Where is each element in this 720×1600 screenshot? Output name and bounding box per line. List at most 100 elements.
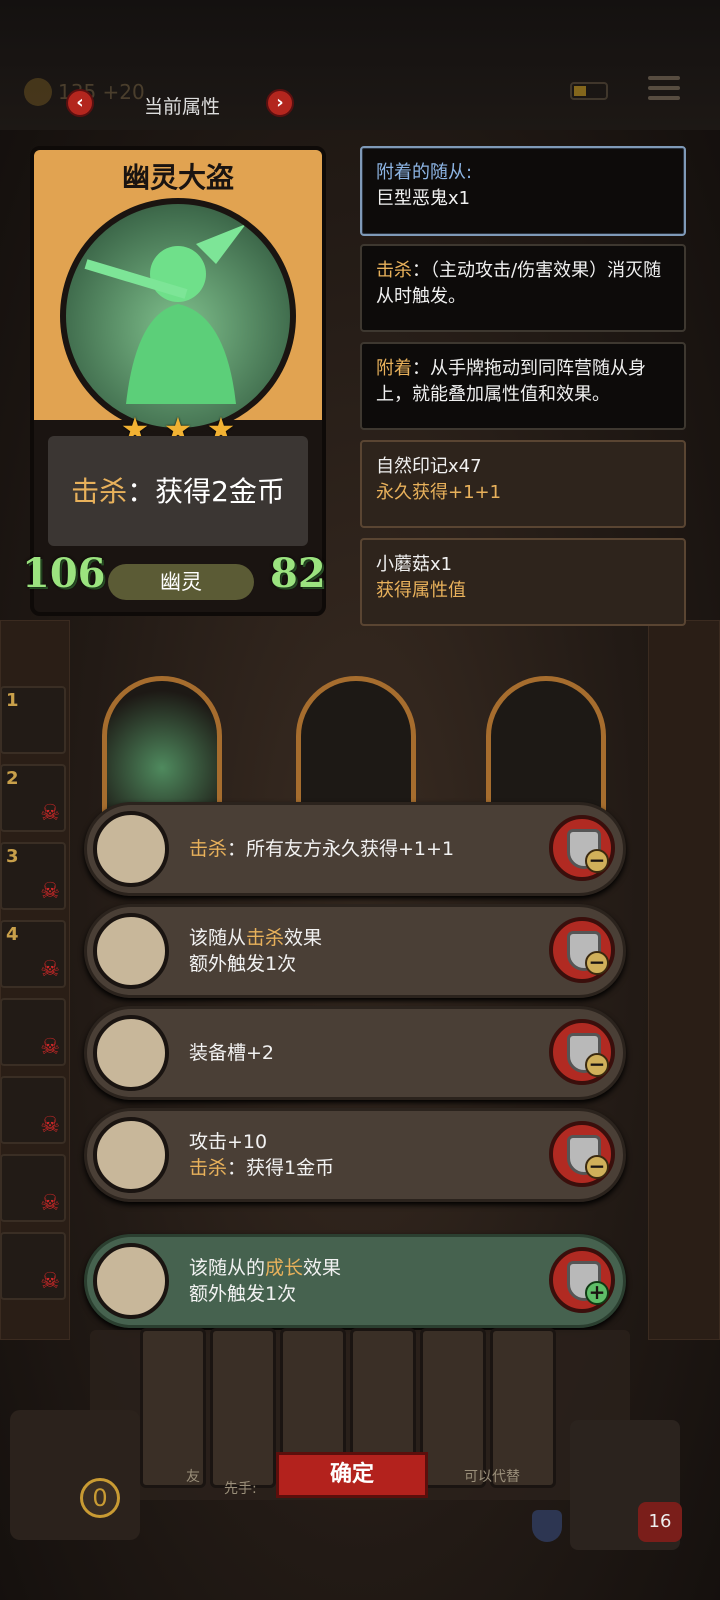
- hand-card[interactable]: [420, 1328, 486, 1488]
- option-kill-extra-trigger[interactable]: 该随从击杀效果 额外触发1次 −: [84, 904, 626, 998]
- sidebar-slot-3[interactable]: 3 ☠: [0, 842, 66, 910]
- option-text: 该随从击杀效果 额外触发1次: [189, 907, 322, 995]
- hand-card-label: 可以代替: [464, 1469, 520, 1485]
- attached-label: 附着的随从:: [376, 162, 473, 183]
- hand-card[interactable]: [210, 1328, 276, 1488]
- skull-icon: ☠: [40, 1113, 60, 1138]
- buff-name: 小蘑菇x1: [376, 554, 453, 575]
- remove-button[interactable]: −: [549, 815, 615, 881]
- option-text: 攻击+10 击杀：获得1金币: [189, 1111, 334, 1199]
- plus-icon: +: [585, 1281, 609, 1305]
- bag-count: 0: [80, 1478, 120, 1518]
- skull-icon: ☠: [40, 879, 60, 904]
- skull-icon: ☠: [40, 957, 60, 982]
- skull-icon: ☠: [40, 1191, 60, 1216]
- slot-number: 3: [6, 846, 19, 867]
- option-line1: 装备槽+2: [189, 1042, 275, 1064]
- effect-description: ：获得2金币: [127, 475, 285, 508]
- keyword-description: ：（主动攻击/伤害效果）消灭随从时触发。: [376, 260, 662, 307]
- hero-health: 16: [638, 1502, 682, 1542]
- buff-name: 自然印记x47: [376, 456, 482, 477]
- minus-icon: −: [585, 951, 609, 975]
- option-attack-gold[interactable]: 攻击+10 击杀：获得1金币 −: [84, 1108, 626, 1202]
- hand-card-label: 先手:: [224, 1481, 257, 1497]
- sidebar-slot-5[interactable]: ☠: [0, 998, 66, 1066]
- remove-button[interactable]: −: [549, 1019, 615, 1085]
- page-title: 当前属性: [143, 96, 220, 118]
- health-value: 82: [270, 550, 326, 597]
- top-bar: [0, 0, 720, 130]
- sidebar-slot-2[interactable]: 2 ☠: [0, 764, 66, 832]
- sidebar-slot-7[interactable]: ☠: [0, 1154, 66, 1222]
- ghost-thief-portrait: [60, 198, 296, 434]
- remove-button[interactable]: −: [549, 917, 615, 983]
- sidebar-slot-4[interactable]: 4 ☠: [0, 920, 66, 988]
- hand-card-label: 友: [186, 1469, 200, 1485]
- bookshelf-right: [648, 620, 720, 1340]
- pig-icon: [93, 1015, 169, 1091]
- shield-icon: [532, 1510, 562, 1542]
- option-line2: 额外触发1次: [189, 953, 297, 975]
- attached-value: 巨型恶鬼x1: [376, 188, 471, 209]
- gauntlet-icon: [93, 1117, 169, 1193]
- option-equip-slot[interactable]: 装备槽+2 −: [84, 1006, 626, 1100]
- minion-type: 幽灵: [108, 564, 254, 600]
- skull-icon: ☠: [40, 1035, 60, 1060]
- minus-icon: −: [585, 1155, 609, 1179]
- option-growth-extra-trigger[interactable]: 该随从的成长效果 额外触发1次 +: [84, 1234, 626, 1328]
- confirm-button[interactable]: 确定: [276, 1452, 428, 1498]
- menu-icon[interactable]: [648, 76, 680, 104]
- option-text: 该随从的成长效果 额外触发1次: [189, 1237, 341, 1325]
- buff-mushroom-panel: 小蘑菇x1 获得属性值: [360, 538, 686, 626]
- slot-number: 1: [6, 690, 19, 711]
- sidebar-slot-1[interactable]: 1: [0, 686, 66, 754]
- bell-icon: [93, 913, 169, 989]
- skull-icon: ☠: [40, 801, 60, 826]
- keyword-attach-panel: 附着：从手牌拖动到同阵营随从身上，就能叠加属性值和效果。: [360, 342, 686, 430]
- option-line1: 攻击+10: [189, 1131, 268, 1153]
- ghost-figure-icon: [84, 224, 246, 404]
- stopwatch-gauntlet-icon: [93, 1243, 169, 1319]
- option-keyword: 击杀: [246, 927, 285, 949]
- option-text: 击杀：所有友方永久获得+1+1: [189, 805, 454, 893]
- hand-card[interactable]: [140, 1328, 206, 1488]
- add-button[interactable]: +: [549, 1247, 615, 1313]
- slot-number: 2: [6, 768, 19, 789]
- attack-value: 106: [22, 550, 106, 597]
- option-prefix: 该随从: [189, 927, 247, 949]
- skull-icon: ☠: [40, 1269, 60, 1294]
- minion-card: 幽灵大盗 ★ ★ ★ 击杀：获得2金币 106 幽灵 82: [22, 146, 326, 616]
- sidebar-slot-6[interactable]: ☠: [0, 1076, 66, 1144]
- buff-effect: 永久获得+1+1: [376, 482, 502, 503]
- card-effect-text: 击杀：获得2金币: [48, 470, 308, 510]
- battery-icon: [570, 82, 608, 100]
- option-keyword: 击杀: [189, 1157, 228, 1179]
- keyword-kill-panel: 击杀：（主动攻击/伤害效果）消灭随从时触发。: [360, 244, 686, 332]
- keyword-label: 附着: [376, 358, 412, 379]
- minus-icon: −: [585, 1053, 609, 1077]
- option-description: ：所有友方永久获得+1+1: [227, 838, 455, 860]
- crown-coin-icon: [24, 78, 52, 106]
- option-keyword: 击杀: [189, 838, 228, 860]
- next-button[interactable]: ›: [266, 89, 294, 117]
- attached-minion-panel: 附着的随从: 巨型恶鬼x1: [360, 146, 686, 236]
- sidebar-slot-8[interactable]: ☠: [0, 1232, 66, 1300]
- option-text: 装备槽+2: [189, 1009, 274, 1097]
- hand-card[interactable]: [490, 1328, 556, 1488]
- option-keyword: 成长: [265, 1257, 304, 1279]
- slot-number: 4: [6, 924, 19, 945]
- bag-icon[interactable]: [10, 1410, 140, 1540]
- keyword-description: ：从手牌拖动到同阵营随从身上，就能叠加属性值和效果。: [376, 358, 646, 405]
- option-prefix: 该随从的: [189, 1257, 266, 1279]
- effect-keyword: 击杀: [71, 475, 128, 508]
- card-name: 幽灵大盗: [121, 161, 234, 194]
- card-effect-box: 击杀：获得2金币: [48, 436, 308, 546]
- option-description: ：获得1金币: [227, 1157, 335, 1179]
- crystal-shards-icon: [93, 811, 169, 887]
- minus-icon: −: [585, 849, 609, 873]
- prev-button[interactable]: ‹: [66, 89, 94, 117]
- remove-button[interactable]: −: [549, 1121, 615, 1187]
- option-kill-buff-all[interactable]: 击杀：所有友方永久获得+1+1 −: [84, 802, 626, 896]
- option-suffix: 效果: [284, 927, 323, 949]
- buff-nature-mark-panel: 自然印记x47 永久获得+1+1: [360, 440, 686, 528]
